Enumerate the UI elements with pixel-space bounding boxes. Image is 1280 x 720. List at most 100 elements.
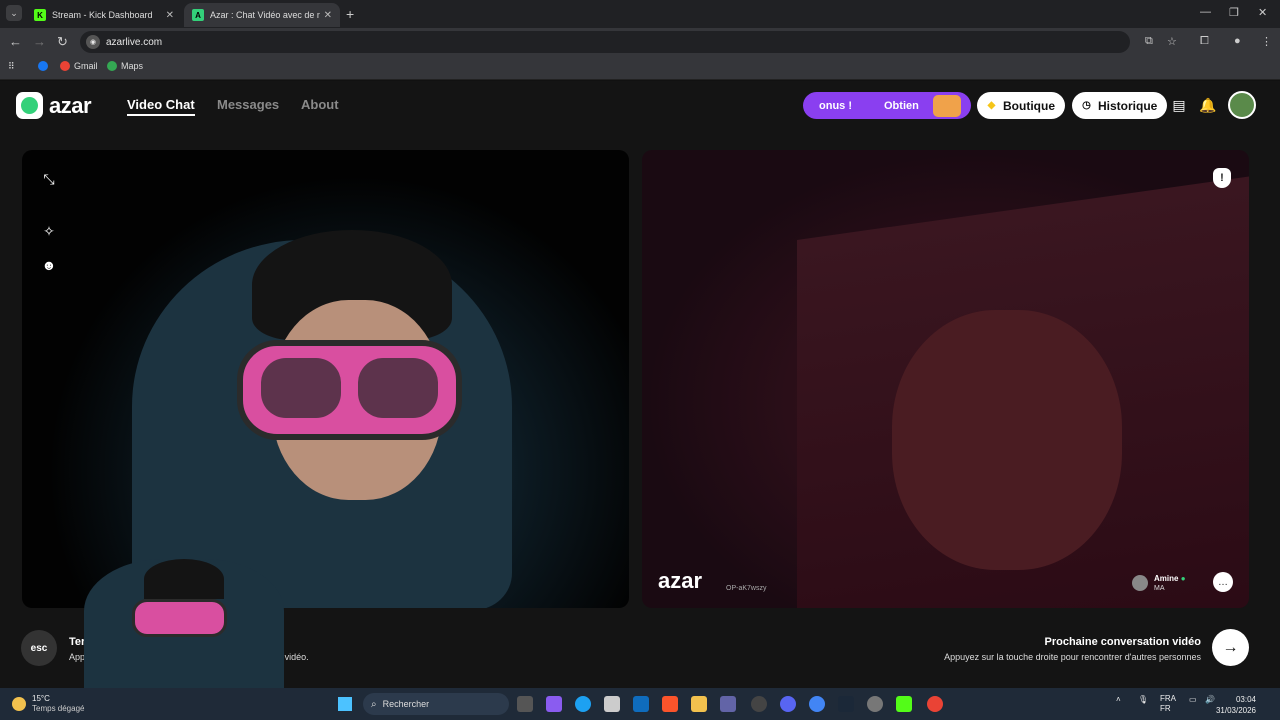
nav-video-chat[interactable]: Video Chat bbox=[127, 97, 195, 116]
minimize-video-icon[interactable]: ⤡ bbox=[40, 170, 58, 188]
minimize-icon[interactable]: — bbox=[1200, 6, 1211, 18]
tray-overflow-icon[interactable]: ˄ bbox=[1116, 695, 1121, 704]
historique-button[interactable]: ◷ Historique bbox=[1072, 92, 1168, 119]
site-info-icon[interactable]: ◉ bbox=[86, 35, 100, 49]
kick-icon: K bbox=[34, 9, 46, 21]
apps-grid-icon[interactable]: ⠿ bbox=[8, 61, 15, 72]
chat-bubble-icon[interactable]: … bbox=[1213, 572, 1233, 592]
steam-icon[interactable] bbox=[838, 696, 854, 712]
kick-app-icon[interactable] bbox=[896, 696, 912, 712]
taskbar: 15°C Temps dégagé ⌕ Rechercher ˄ 🎙 FRA F… bbox=[0, 688, 1280, 720]
obs-icon[interactable] bbox=[867, 696, 883, 712]
watermark-id: OP-aK7wszy bbox=[726, 585, 767, 592]
next-chat-title: Prochaine conversation vidéo bbox=[1044, 636, 1202, 648]
tab-search-icon[interactable]: ⌄ bbox=[6, 5, 22, 21]
close-tab-icon[interactable]: ✕ bbox=[324, 10, 332, 21]
user-name: Amine bbox=[1154, 574, 1179, 583]
outlook-icon[interactable] bbox=[633, 696, 649, 712]
magic-wand-icon[interactable]: ✧ bbox=[40, 222, 58, 240]
reload-icon[interactable]: ↻ bbox=[57, 34, 68, 50]
boutique-label: Boutique bbox=[1003, 98, 1055, 113]
verified-icon: ● bbox=[1180, 574, 1186, 583]
tab-kick-dashboard[interactable]: K Stream - Kick Dashboard ✕ bbox=[26, 3, 182, 27]
inbox-icon[interactable]: ▤ bbox=[1169, 95, 1189, 115]
extensions-icon[interactable]: ⧠ bbox=[1200, 35, 1209, 48]
nav-messages[interactable]: Messages bbox=[217, 97, 279, 112]
gmail-bookmark[interactable]: Gmail bbox=[60, 61, 98, 71]
overlay-mask bbox=[132, 599, 227, 637]
gmail-icon bbox=[60, 61, 70, 71]
back-icon[interactable]: ← bbox=[9, 34, 22, 49]
promo-text: onus ! bbox=[819, 99, 852, 112]
next-arrow-button[interactable]: → bbox=[1212, 629, 1249, 666]
install-app-icon[interactable]: ⧉ bbox=[1145, 35, 1153, 48]
esc-button[interactable]: esc bbox=[21, 630, 57, 666]
explorer-icon[interactable] bbox=[691, 696, 707, 712]
logo-text: azar bbox=[49, 92, 92, 118]
chrome-profile-icon[interactable] bbox=[927, 696, 943, 712]
temperature: 15°C bbox=[32, 694, 50, 703]
edge-icon[interactable] bbox=[575, 696, 591, 712]
brave-icon[interactable] bbox=[662, 696, 678, 712]
boutique-button[interactable]: ◆ Boutique bbox=[977, 92, 1065, 119]
copilot-icon[interactable] bbox=[546, 696, 562, 712]
lang-2: FR bbox=[1160, 704, 1171, 713]
app-icon[interactable] bbox=[751, 696, 767, 712]
taskbar-search[interactable]: ⌕ Rechercher bbox=[363, 693, 509, 715]
sticker-icon[interactable]: ☻ bbox=[40, 256, 58, 274]
facebook-icon bbox=[38, 61, 48, 71]
taskbar-clock[interactable]: 03:04 31/03/2026 bbox=[1216, 694, 1256, 716]
teams-icon[interactable] bbox=[720, 696, 736, 712]
task-view-icon[interactable] bbox=[517, 696, 533, 712]
nav-about[interactable]: About bbox=[301, 97, 339, 112]
azar-watermark: azar bbox=[658, 568, 703, 593]
lang-1: FRA bbox=[1160, 694, 1176, 703]
network-icon[interactable]: ▭ bbox=[1189, 695, 1197, 704]
user-avatar-icon bbox=[1132, 575, 1148, 591]
close-tab-icon[interactable]: ✕ bbox=[166, 10, 174, 21]
url-text: azarlive.com bbox=[106, 36, 163, 48]
local-video: ⤡ ✧ ☻ bbox=[22, 150, 629, 608]
forward-icon[interactable]: → bbox=[33, 34, 46, 49]
language-indicator[interactable]: FRA FR bbox=[1160, 694, 1176, 714]
clock-date: 31/03/2026 bbox=[1215, 706, 1256, 715]
azar-icon: A bbox=[192, 9, 204, 21]
azar-app: azar Video Chat Messages About onus ! Ob… bbox=[0, 81, 1280, 689]
promo-banner[interactable]: onus ! Obtien bbox=[803, 92, 971, 119]
logo-icon bbox=[16, 92, 43, 119]
windows-start-icon[interactable] bbox=[338, 697, 352, 711]
report-shield-icon[interactable]: ! bbox=[1213, 168, 1231, 188]
menu-icon[interactable]: ⋮ bbox=[1261, 35, 1272, 48]
next-chat-desc: Appuyez sur la touche droite pour rencon… bbox=[944, 652, 1201, 662]
bookmark-star-icon[interactable]: ☆ bbox=[1167, 35, 1177, 48]
remote-video: ! azar OP-aK7wszy Amine ● MA … bbox=[642, 150, 1249, 608]
bell-icon[interactable]: 🔔 bbox=[1198, 95, 1218, 115]
azar-logo[interactable]: azar bbox=[16, 92, 92, 119]
maps-icon bbox=[107, 61, 117, 71]
streamer-cam-overlay bbox=[84, 559, 284, 689]
tab-azar[interactable]: A Azar : Chat Vidéo avec de n ✕ bbox=[184, 3, 340, 27]
diving-mask-effect bbox=[237, 340, 462, 440]
volume-icon[interactable]: 🔊 bbox=[1205, 695, 1215, 704]
profile-icon[interactable]: ● bbox=[1234, 35, 1241, 47]
search-icon: ⌕ bbox=[371, 698, 377, 710]
discord-icon[interactable] bbox=[780, 696, 796, 712]
restore-icon[interactable]: ❐ bbox=[1229, 6, 1239, 19]
maps-bookmark[interactable]: Maps bbox=[107, 61, 143, 71]
microphone-icon[interactable]: 🎙 bbox=[1138, 695, 1148, 704]
clock-icon: ◷ bbox=[1082, 100, 1091, 111]
facebook-bookmark[interactable] bbox=[38, 61, 52, 71]
weather-widget[interactable]: 15°C Temps dégagé bbox=[12, 694, 84, 714]
tab-title: Azar : Chat Vidéo avec de n bbox=[210, 10, 320, 20]
close-window-icon[interactable]: ✕ bbox=[1258, 6, 1267, 19]
new-tab-icon[interactable]: + bbox=[346, 6, 354, 22]
chrome-icon[interactable] bbox=[809, 696, 825, 712]
remote-user-tag[interactable]: Amine ● MA bbox=[1132, 574, 1186, 592]
address-bar[interactable]: ◉ azarlive.com bbox=[80, 31, 1130, 53]
avatar[interactable] bbox=[1228, 91, 1256, 119]
store-icon[interactable] bbox=[604, 696, 620, 712]
weather-text: Temps dégagé bbox=[32, 704, 85, 713]
historique-label: Historique bbox=[1098, 98, 1158, 113]
treasure-chest-icon bbox=[932, 94, 961, 117]
user-country: MA bbox=[1154, 585, 1165, 592]
